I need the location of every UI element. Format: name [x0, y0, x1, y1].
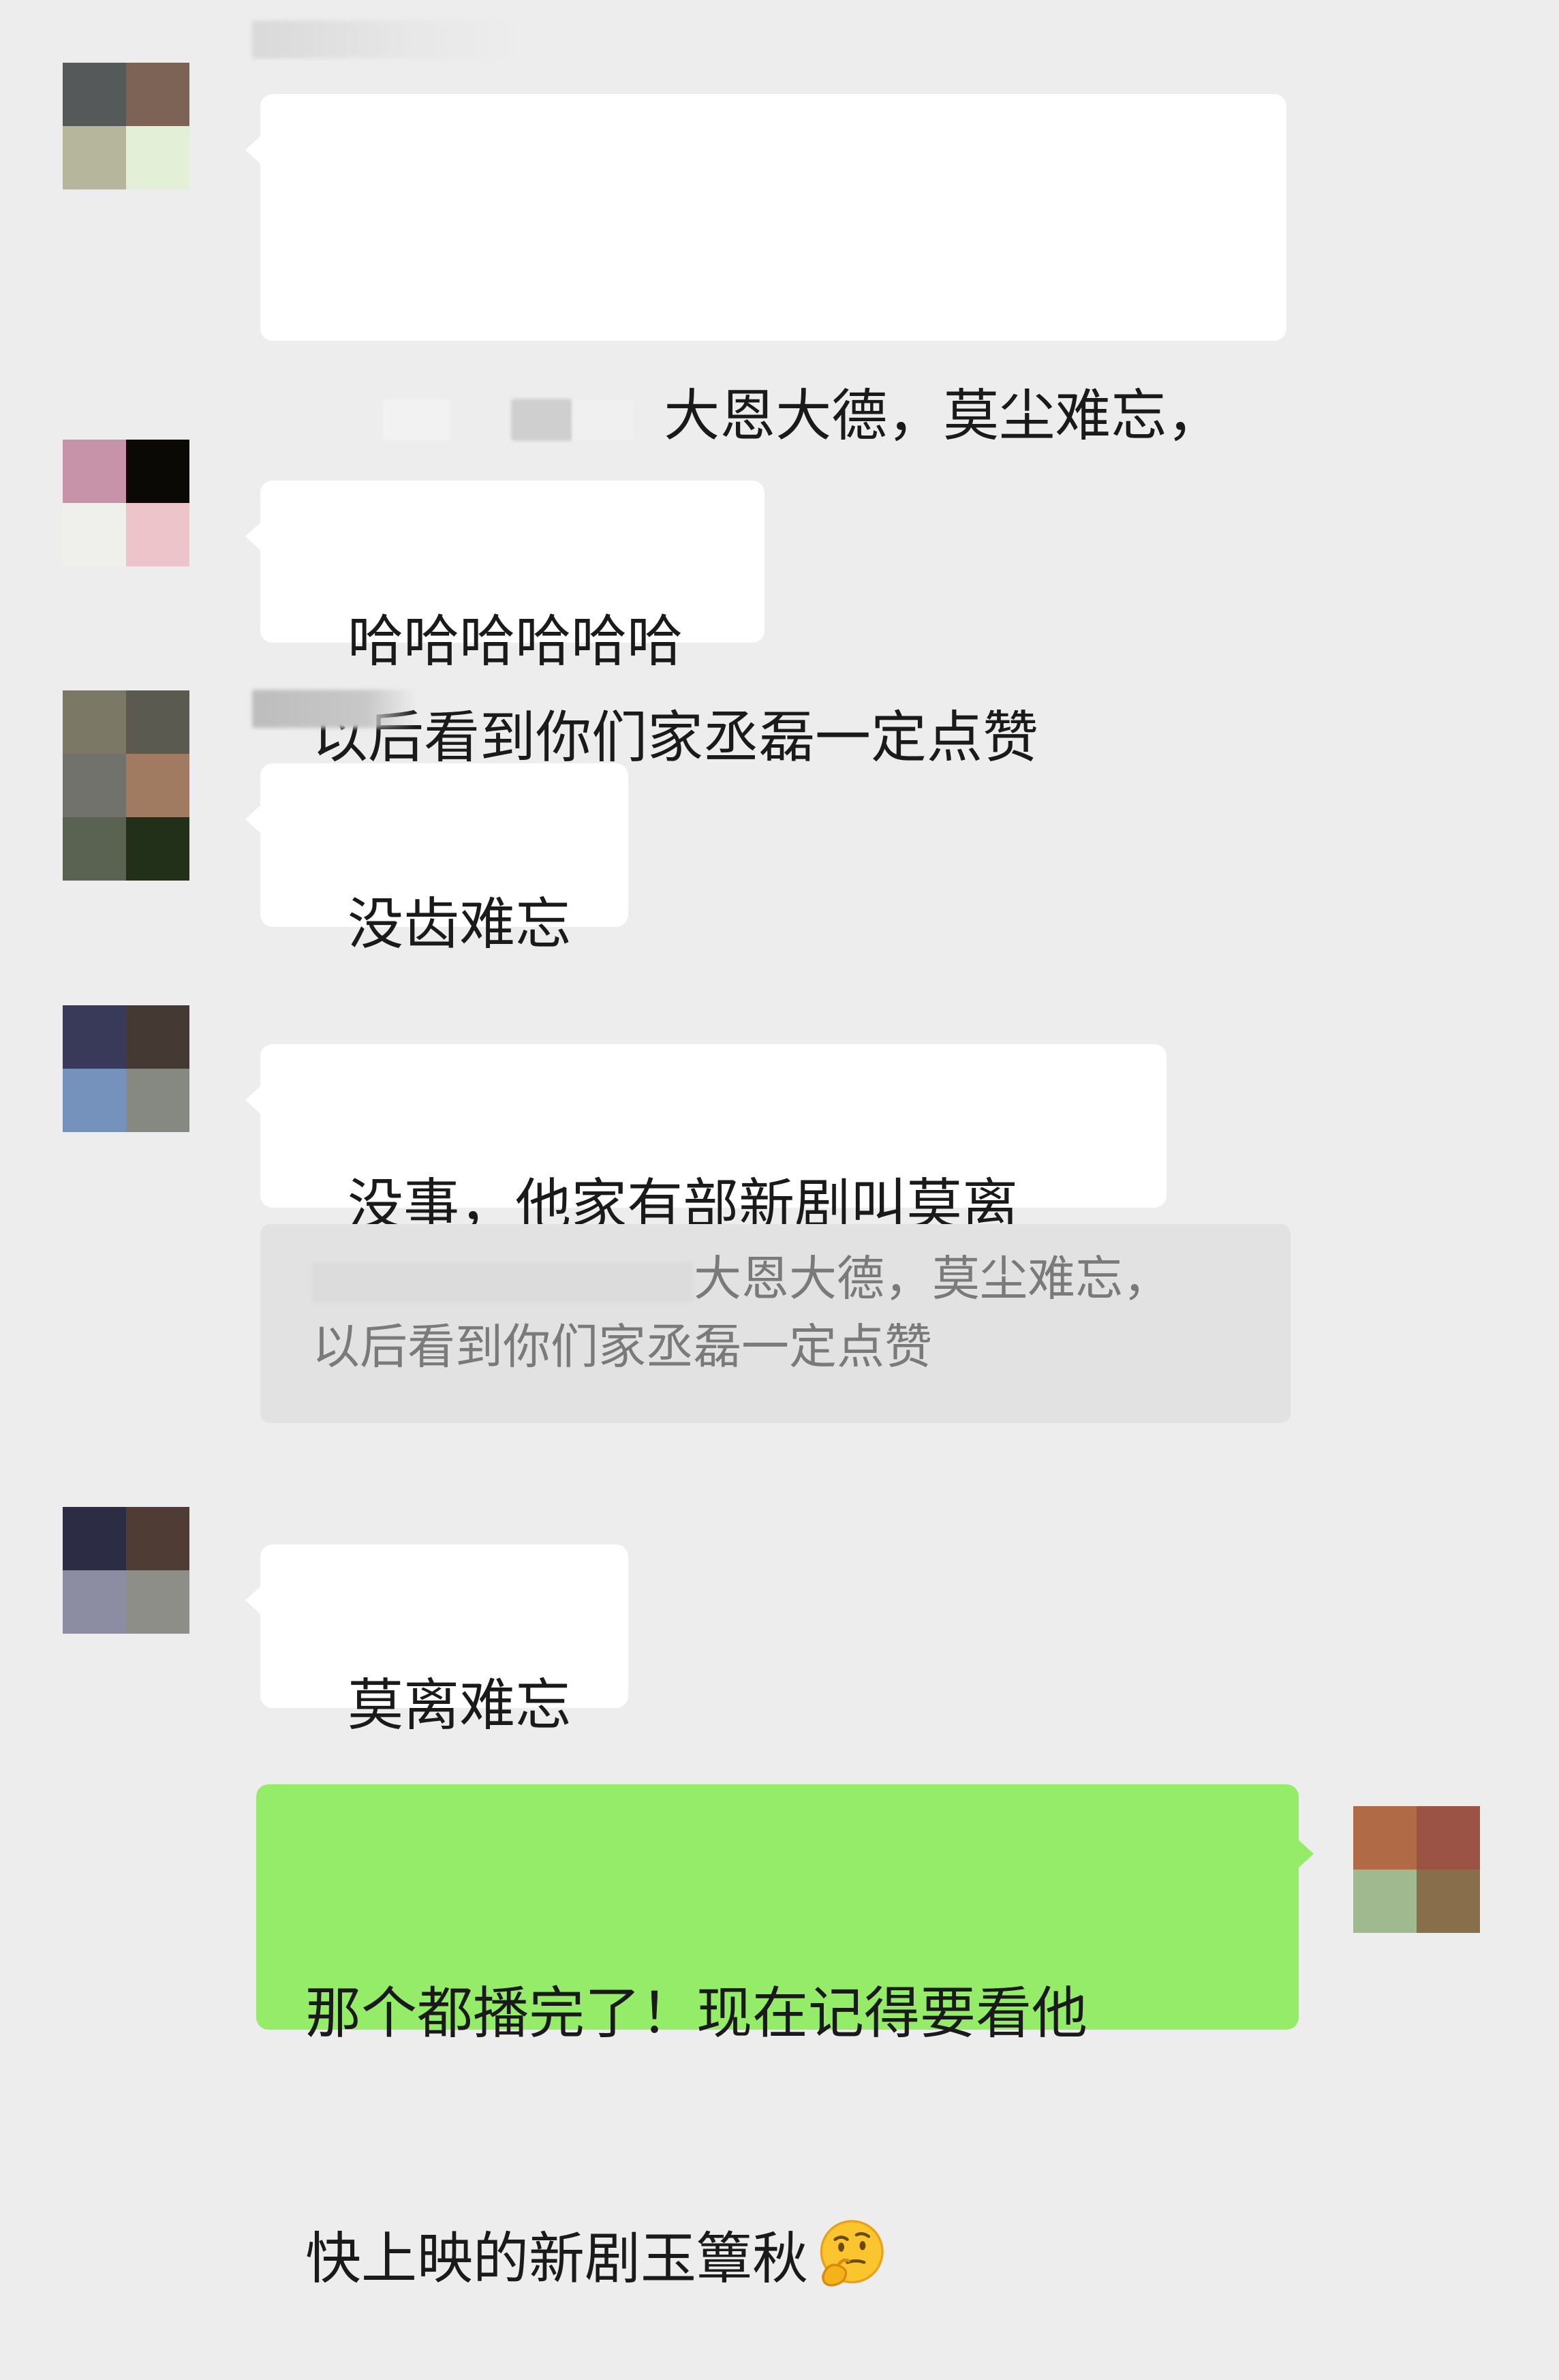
avatar-pixel	[63, 817, 126, 881]
message-text: 没齿难忘	[348, 892, 572, 957]
thinking-face-emoji-icon	[820, 2220, 884, 2287]
avatar[interactable]	[63, 1005, 189, 1132]
avatar-pixel	[63, 690, 126, 754]
avatar-pixel	[126, 126, 189, 189]
avatar-pixel	[126, 440, 189, 503]
redacted-mention	[383, 398, 450, 441]
message-bubble[interactable]: 没齿难忘	[245, 763, 628, 957]
quote-text: 大恩大德，莫尘难忘，	[694, 1251, 1171, 1307]
message-text: 那个都播完了！现在记得要看他	[305, 1981, 1088, 2046]
message-text: 大恩大德，莫尘难忘，	[664, 384, 1223, 448]
avatar-pixel	[63, 440, 126, 503]
message-bubble[interactable]: 大恩大德，莫尘难忘， 以后看到你们家丞磊一定点赞	[245, 94, 1286, 770]
avatar-pixel	[126, 1507, 189, 1570]
avatar-pixel	[1353, 1870, 1417, 1933]
avatar-pixel	[126, 63, 189, 126]
avatar-pixel	[126, 1005, 189, 1069]
avatar-pixel	[1417, 1806, 1480, 1870]
quote-text: 以后看到你们家丞磊一定点赞	[312, 1319, 932, 1375]
avatar-pixel	[63, 503, 126, 566]
message-text: 哈哈哈哈哈哈	[348, 609, 683, 674]
avatar-pixel	[63, 1069, 126, 1132]
redacted-mention	[312, 1261, 694, 1302]
avatar-self[interactable]	[1353, 1806, 1480, 1933]
avatar-pixel	[63, 63, 126, 126]
avatar-pixel	[63, 126, 126, 189]
avatar-pixel	[126, 1570, 189, 1634]
quoted-message[interactable]: 大恩大德，莫尘难忘， 以后看到你们家丞磊一定点赞	[260, 1224, 1291, 1423]
message-text: 快上映的新剧玉簟秋	[305, 2227, 809, 2291]
sender-name-redacted	[252, 690, 416, 728]
avatar[interactable]	[63, 1507, 189, 1634]
message-text: 莫离难忘	[348, 1673, 572, 1738]
avatar-pixel	[126, 1069, 189, 1132]
message-bubble[interactable]: 没事，他家有部新剧叫莫离	[245, 1044, 1167, 1238]
avatar-pixel	[63, 754, 126, 817]
message-bubble[interactable]: 莫离难忘	[245, 1544, 628, 1738]
avatar-pixel	[126, 817, 189, 881]
avatar-pixel	[63, 1507, 126, 1570]
avatar-pixel	[126, 503, 189, 566]
avatar-pixel	[126, 754, 189, 817]
avatar[interactable]	[63, 440, 189, 566]
avatar-pixel	[1417, 1870, 1480, 1933]
redacted-mention	[572, 398, 634, 441]
redacted-mention	[511, 398, 573, 441]
outgoing-message-bubble[interactable]: 那个都播完了！现在记得要看他 快上映的新剧玉簟秋	[256, 1784, 1314, 2291]
avatar-pixel	[126, 690, 189, 754]
avatar[interactable]	[63, 690, 189, 881]
avatar-pixel	[63, 1005, 126, 1069]
message-bubble[interactable]: 哈哈哈哈哈哈	[245, 480, 765, 674]
avatar-pixel	[1353, 1806, 1417, 1870]
avatar[interactable]	[63, 63, 189, 189]
avatar-pixel	[63, 1570, 126, 1634]
sender-name-redacted	[252, 20, 511, 59]
